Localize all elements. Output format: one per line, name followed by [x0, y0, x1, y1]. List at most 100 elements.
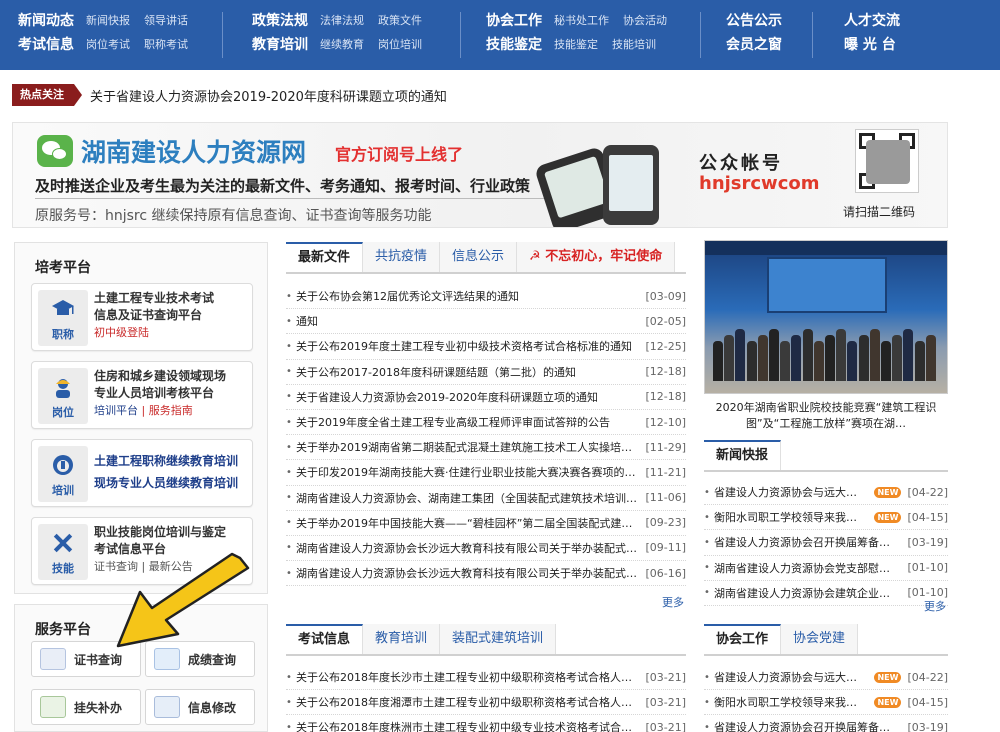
- list-item[interactable]: • 关于公布2018年度湘潭市土建工程专业初中级职称资格考试合格人员名单 [03-2…: [286, 690, 686, 716]
- nav-education[interactable]: 教育培训: [252, 34, 308, 54]
- nav-policy-docs[interactable]: 政策文件: [378, 12, 422, 28]
- nav-post-training[interactable]: 岗位培训: [378, 36, 422, 52]
- list-item[interactable]: • 关于公布2018年度株洲市土建工程专业初中级专业技术资格考试合格人员 [03-2…: [286, 715, 686, 732]
- nav-talent[interactable]: 人才交流: [844, 10, 900, 30]
- list-item-title[interactable]: 省建设人力资源协会与远大…: [714, 484, 871, 500]
- list-item[interactable]: • 湖南省建设人力资源协会党支部慰… [01-10]: [704, 556, 948, 581]
- list-item-title[interactable]: 关于省建设人力资源协会2019-2020年度科研课题立项的通知: [296, 389, 639, 405]
- latest-files-more-link[interactable]: 更多: [662, 594, 684, 610]
- card-professional-title[interactable]: 职称 土建工程专业技术考试 信息及证书查询平台 初中级登陆: [31, 283, 253, 351]
- nav-exposure[interactable]: 曝 光 台: [844, 34, 896, 54]
- card-continuing-education[interactable]: 培训 土建工程职称继续教育培训 现场专业人员继续教育培训: [31, 439, 253, 507]
- list-item-title[interactable]: 关于2019年度全省土建工程专业高级工程师评审面试答辩的公告: [296, 414, 639, 430]
- nav-leader-speech[interactable]: 领导讲话: [144, 12, 188, 28]
- list-item-title[interactable]: 关于公布2018年度株洲市土建工程专业初中级专业技术资格考试合格人员: [296, 719, 639, 732]
- list-item-title[interactable]: 关于公布2017-2018年度科研课题结题（第二批）的通知: [296, 364, 639, 380]
- tab-info-publicity[interactable]: 信息公示: [440, 242, 518, 272]
- nav-skill-appraisal-sub[interactable]: 技能鉴定: [554, 36, 598, 52]
- list-item-date: [03-19]: [907, 720, 948, 732]
- tab-original-mission[interactable]: ☭ 不忘初心，牢记使命: [517, 242, 676, 272]
- list-item[interactable]: • 通知 [02-05]: [286, 309, 686, 335]
- competition-photo[interactable]: [704, 240, 948, 394]
- tab-news-express[interactable]: 新闻快报: [704, 440, 782, 470]
- info-edit-button[interactable]: 信息修改: [145, 689, 255, 725]
- top-navigation: 新闻动态 新闻快报 领导讲话 考试信息 岗位考试 职称考试 政策法规 法律法规 …: [0, 0, 1000, 70]
- card-line: 住房和城乡建设领域现场: [94, 369, 227, 383]
- list-item[interactable]: • 湖南省建设人力资源协会建筑企业… [01-10]: [704, 581, 948, 606]
- nav-news-express[interactable]: 新闻快报: [86, 12, 130, 28]
- list-item[interactable]: • 关于举办2019湖南省第二期装配式混凝土建筑施工技术工人实操培训的通知 [11-…: [286, 435, 686, 461]
- tab-association-party[interactable]: 协会党建: [781, 624, 859, 654]
- tab-exam-info[interactable]: 考试信息: [286, 624, 364, 654]
- nav-title-exam[interactable]: 职称考试: [144, 36, 188, 52]
- loss-replacement-button[interactable]: 挂失补办: [31, 689, 141, 725]
- junior-login-link[interactable]: 初中级登陆: [94, 324, 250, 341]
- hot-badge: 热点关注: [12, 84, 82, 106]
- tab-prefab-training[interactable]: 装配式建筑培训: [440, 624, 557, 654]
- news-more-link[interactable]: 更多: [924, 598, 946, 614]
- civil-continuing-edu-link[interactable]: 土建工程职称继续教育培训: [94, 450, 250, 472]
- list-item[interactable]: • 关于公布协会第12届优秀论文评选结果的通知 [03-09]: [286, 284, 686, 310]
- service-guide-link[interactable]: 服务指南: [149, 404, 193, 417]
- hot-headline-link[interactable]: 关于省建设人力资源协会2019-2020年度科研课题立项的通知: [90, 86, 447, 105]
- list-item-title[interactable]: 关于印发2019年湖南技能大赛·住建行业职业技能大赛决赛各赛项的通知: [296, 464, 639, 480]
- list-item[interactable]: • 关于公布2017-2018年度科研课题结题（第二批）的通知 [12-18]: [286, 360, 686, 385]
- list-item[interactable]: • 关于公布2019年度土建工程专业初中级技术资格考试合格标准的通知 [12-25]: [286, 334, 686, 360]
- list-item-title[interactable]: 关于公布2018年度湘潭市土建工程专业初中级职称资格考试合格人员名单: [296, 694, 639, 710]
- nav-skill-appraisal[interactable]: 技能鉴定: [486, 34, 542, 54]
- tab-latest-files[interactable]: 最新文件: [286, 242, 364, 272]
- list-item-title[interactable]: 省建设人力资源协会召开换届筹备…: [714, 534, 901, 550]
- training-platform-link[interactable]: 培训平台: [94, 404, 138, 417]
- list-item-title[interactable]: 关于公布协会第12届优秀论文评选结果的通知: [296, 288, 639, 304]
- nav-skill-training[interactable]: 技能培训: [612, 36, 656, 52]
- list-item[interactable]: • 省建设人力资源协会召开换届筹备… [03-19]: [704, 715, 948, 732]
- list-item-title[interactable]: 关于公布2019年度土建工程专业初中级技术资格考试合格标准的通知: [296, 338, 639, 354]
- list-item[interactable]: • 关于2019年度全省土建工程专业高级工程师评审面试答辩的公告 [12-10]: [286, 410, 686, 436]
- list-item[interactable]: • 湖南省建设人力资源协会长沙远大教育科技有限公司关于举办装配式建筑施工 [06-1…: [286, 561, 686, 587]
- nav-association-activities[interactable]: 协会活动: [623, 12, 667, 28]
- list-item-title[interactable]: 通知: [296, 313, 639, 329]
- onsite-continuing-edu-link[interactable]: 现场专业人员继续教育培训: [94, 472, 250, 494]
- nav-continuing-edu[interactable]: 继续教育: [320, 36, 364, 52]
- list-item[interactable]: • 省建设人力资源协会召开换届筹备… [03-19]: [704, 530, 948, 556]
- list-item[interactable]: • 湖南省建设人力资源协会、湖南建工集团（全国装配式建筑技术培训基地） [11-06…: [286, 486, 686, 511]
- nav-policy[interactable]: 政策法规: [252, 10, 308, 30]
- tab-association-work[interactable]: 协会工作: [704, 624, 782, 654]
- list-item-title[interactable]: 关于公布2018年度长沙市土建工程专业初中级职称资格考试合格人员名单: [296, 669, 639, 685]
- list-item-title[interactable]: 衡阳水司职工学校领导来我…: [714, 509, 871, 525]
- list-item[interactable]: • 关于印发2019年湖南技能大赛·住建行业职业技能大赛决赛各赛项的通知 [11-2…: [286, 460, 686, 486]
- list-item-title[interactable]: 省建设人力资源协会召开换届筹备…: [714, 719, 901, 732]
- tab-education-training[interactable]: 教育培训: [363, 624, 441, 654]
- list-item[interactable]: • 衡阳水司职工学校领导来我… NEW [04-15]: [704, 690, 948, 716]
- list-item[interactable]: • 省建设人力资源协会与远大… NEW [04-22]: [704, 665, 948, 691]
- photo-caption-link[interactable]: 2020年湖南省职业院校技能竞赛“建筑工程识图”及“工程施工放样”赛项在湖…: [704, 400, 948, 432]
- list-item[interactable]: • 湖南省建设人力资源协会长沙远大教育科技有限公司关于举办装配式建筑培训 [09-1…: [286, 536, 686, 562]
- nav-members[interactable]: 会员之窗: [726, 34, 782, 54]
- list-item[interactable]: • 关于省建设人力资源协会2019-2020年度科研课题立项的通知 [12-18]: [286, 385, 686, 410]
- list-item-title[interactable]: 衡阳水司职工学校领导来我…: [714, 694, 871, 710]
- list-item[interactable]: • 省建设人力资源协会与远大… NEW [04-22]: [704, 480, 948, 506]
- card-post-training[interactable]: 岗位 住房和城乡建设领域现场 专业人员培训考核平台 培训平台 | 服务指南: [31, 361, 253, 429]
- bullet-icon: •: [286, 441, 292, 453]
- nav-news[interactable]: 新闻动态: [18, 10, 74, 30]
- list-item[interactable]: • 衡阳水司职工学校领导来我… NEW [04-15]: [704, 505, 948, 531]
- list-item[interactable]: • 关于公布2018年度长沙市土建工程专业初中级职称资格考试合格人员名单 [03-2…: [286, 665, 686, 691]
- nav-announcements[interactable]: 公告公示: [726, 10, 782, 30]
- nav-laws[interactable]: 法律法规: [320, 12, 364, 28]
- list-item-title[interactable]: 湖南省建设人力资源协会、湖南建工集团（全国装配式建筑技术培训基地）: [296, 490, 639, 506]
- list-item-title[interactable]: 关于举办2019年中国技能大赛——“碧桂园杯”第二届全国装配式建筑职业技能竞赛: [296, 515, 639, 531]
- wechat-banner[interactable]: 湖南建设人力资源网 官方订阅号上线了 及时推送企业及考生最为关注的最新文件、考务…: [12, 122, 948, 228]
- nav-exam-info[interactable]: 考试信息: [18, 34, 74, 54]
- nav-post-exam[interactable]: 岗位考试: [86, 36, 130, 52]
- nav-secretariat[interactable]: 秘书处工作: [554, 12, 609, 28]
- list-item-title[interactable]: 省建设人力资源协会与远大…: [714, 669, 871, 685]
- list-item-title[interactable]: 关于举办2019湖南省第二期装配式混凝土建筑施工技术工人实操培训的通知: [296, 439, 639, 455]
- list-item-title[interactable]: 湖南省建设人力资源协会长沙远大教育科技有限公司关于举办装配式建筑施工: [296, 565, 639, 581]
- list-item[interactable]: • 关于举办2019年中国技能大赛——“碧桂园杯”第二届全国装配式建筑职业技能竞赛…: [286, 511, 686, 536]
- nav-association-work[interactable]: 协会工作: [486, 10, 542, 30]
- list-item-title[interactable]: 湖南省建设人力资源协会建筑企业…: [714, 585, 901, 601]
- list-item-title[interactable]: 湖南省建设人力资源协会长沙远大教育科技有限公司关于举办装配式建筑培训: [296, 540, 639, 556]
- person-figure: [836, 329, 847, 381]
- list-item-title[interactable]: 湖南省建设人力资源协会党支部慰…: [714, 560, 901, 576]
- tab-fight-epidemic[interactable]: 共抗疫情: [363, 242, 441, 272]
